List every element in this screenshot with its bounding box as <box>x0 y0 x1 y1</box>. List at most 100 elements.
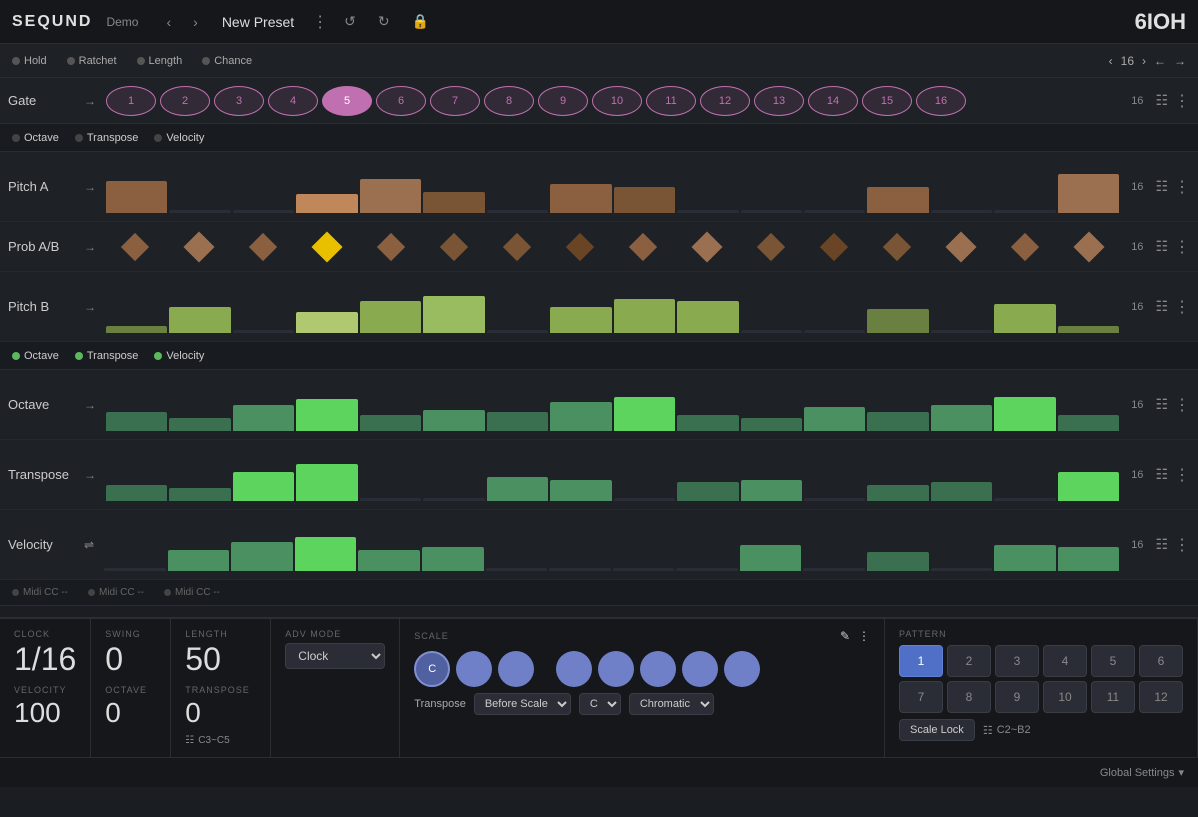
modifier-ratchet[interactable]: Ratchet <box>67 55 117 67</box>
pitch-a-bar-9[interactable] <box>614 187 675 213</box>
tr-bar-4[interactable] <box>296 464 357 500</box>
key-select[interactable]: C D E <box>579 693 621 715</box>
tr-bar-11[interactable] <box>741 480 802 501</box>
vel-bar-9[interactable] <box>613 568 675 571</box>
vel-bar-5[interactable] <box>358 550 420 571</box>
oct-bar-5[interactable] <box>360 415 421 431</box>
tr-bar-2[interactable] <box>169 488 230 501</box>
pitch-b-bar-9[interactable] <box>614 299 675 333</box>
page-nav-left[interactable]: ‹ <box>1109 54 1113 68</box>
prob-step-15[interactable] <box>1010 232 1038 260</box>
pattern-btn-3[interactable]: 3 <box>995 645 1039 677</box>
oct-bar-7[interactable] <box>487 412 548 430</box>
gate-step-4[interactable]: 4 <box>268 86 318 116</box>
vel-bar-16[interactable] <box>1058 547 1120 570</box>
pattern-btn-5[interactable]: 5 <box>1091 645 1135 677</box>
pattern-btn-8[interactable]: 8 <box>947 681 991 713</box>
pattern-btn-6[interactable]: 6 <box>1139 645 1183 677</box>
gate-step-7[interactable]: 7 <box>430 86 480 116</box>
note-4[interactable] <box>556 651 592 687</box>
octave-grid-icon[interactable]: ☷ <box>1155 396 1168 413</box>
octave-ctrl-value[interactable]: 0 <box>105 699 156 727</box>
vel-bar-4[interactable] <box>295 537 357 571</box>
prob-step-8[interactable] <box>566 232 594 260</box>
vel-bar-11[interactable] <box>740 545 802 571</box>
prob-step-4[interactable] <box>312 231 343 262</box>
modifier-chance[interactable]: Chance <box>202 55 252 67</box>
prob-step-5[interactable] <box>377 232 405 260</box>
tr-bar-14[interactable] <box>931 482 992 500</box>
vel-bar-6[interactable] <box>422 547 484 570</box>
gate-step-2[interactable]: 2 <box>160 86 210 116</box>
pitch-a-bar-12[interactable] <box>804 210 865 213</box>
vel-bar-14[interactable] <box>931 568 993 571</box>
pitch-b-bar-1[interactable] <box>106 326 167 332</box>
gate-step-3[interactable]: 3 <box>214 86 264 116</box>
prob-step-3[interactable] <box>249 232 277 260</box>
before-scale-select[interactable]: Before Scale After Scale <box>474 693 571 715</box>
pitch-a-bar-2[interactable] <box>169 210 230 213</box>
pitch-a-bar-3[interactable] <box>233 210 294 213</box>
pitch-a-grid-icon[interactable]: ☷ <box>1155 178 1168 195</box>
pitch-a-bar-5[interactable] <box>360 179 421 213</box>
gate-step-9[interactable]: 9 <box>538 86 588 116</box>
tr-bar-3[interactable] <box>233 472 294 501</box>
gate-step-5[interactable]: 5 <box>322 86 372 116</box>
pitch-a-bar-16[interactable] <box>1058 174 1119 213</box>
global-settings-button[interactable]: Global Settings ▾ <box>1100 766 1184 779</box>
octave-bars[interactable] <box>106 377 1119 433</box>
toggle-velocity-green[interactable]: Velocity <box>154 350 204 362</box>
toggle-velocity[interactable]: Velocity <box>154 132 204 144</box>
modifier-hold[interactable]: Hold <box>12 55 47 67</box>
pattern-btn-9[interactable]: 9 <box>995 681 1039 713</box>
pitch-a-more-button[interactable]: ⋮ <box>1174 177 1190 197</box>
pattern-btn-2[interactable]: 2 <box>947 645 991 677</box>
oct-bar-14[interactable] <box>931 405 992 431</box>
tr-bar-5[interactable] <box>360 498 421 501</box>
pitch-a-bars[interactable] <box>106 159 1119 215</box>
prob-step-9[interactable] <box>629 232 657 260</box>
prob-step-13[interactable] <box>883 232 911 260</box>
length-value[interactable]: 50 <box>185 643 256 675</box>
tr-bar-8[interactable] <box>550 480 611 501</box>
pitch-a-bar-7[interactable] <box>487 210 548 213</box>
note-6[interactable] <box>640 651 676 687</box>
vel-bar-8[interactable] <box>549 568 611 571</box>
tr-bar-12[interactable] <box>804 498 865 501</box>
pitch-b-bar-10[interactable] <box>677 301 738 332</box>
oct-bar-16[interactable] <box>1058 415 1119 431</box>
oct-bar-13[interactable] <box>867 412 928 430</box>
scale-lock-button[interactable]: Scale Lock <box>899 719 975 741</box>
pitch-b-bars[interactable] <box>106 279 1119 335</box>
tr-bar-10[interactable] <box>677 482 738 500</box>
pitch-b-bar-12[interactable] <box>804 330 865 333</box>
prob-step-1[interactable] <box>121 232 149 260</box>
gate-step-11[interactable]: 11 <box>646 86 696 116</box>
gate-step-12[interactable]: 12 <box>700 86 750 116</box>
midi-cc-3[interactable]: Midi CC -- <box>164 587 220 598</box>
scroll-left[interactable]: ← <box>1154 54 1166 68</box>
vel-bar-13[interactable] <box>867 552 929 570</box>
oct-bar-12[interactable] <box>804 407 865 430</box>
prev-button[interactable]: ‹ <box>160 12 177 32</box>
transpose-more-button[interactable]: ⋮ <box>1174 465 1190 485</box>
pitch-b-grid-icon[interactable]: ☷ <box>1155 298 1168 315</box>
pattern-btn-11[interactable]: 11 <box>1091 681 1135 713</box>
vel-bar-10[interactable] <box>676 568 738 571</box>
note-3[interactable] <box>498 651 534 687</box>
octave-more-button[interactable]: ⋮ <box>1174 395 1190 415</box>
prob-step-16[interactable] <box>1073 231 1104 262</box>
pitch-b-bar-13[interactable] <box>867 309 928 332</box>
tr-bar-9[interactable] <box>614 498 675 501</box>
oct-bar-9[interactable] <box>614 397 675 431</box>
prob-step-6[interactable] <box>440 232 468 260</box>
scroll-right[interactable]: → <box>1174 54 1186 68</box>
velocity-bars[interactable] <box>104 517 1119 573</box>
oct-bar-8[interactable] <box>550 402 611 431</box>
pitch-b-more-button[interactable]: ⋮ <box>1174 297 1190 317</box>
oct-bar-15[interactable] <box>994 397 1055 431</box>
swing-value[interactable]: 0 <box>105 643 156 675</box>
toggle-transpose[interactable]: Transpose <box>75 132 139 144</box>
gate-grid-icon[interactable]: ☷ <box>1155 92 1168 109</box>
lock-button[interactable]: 🔒 <box>406 11 435 32</box>
